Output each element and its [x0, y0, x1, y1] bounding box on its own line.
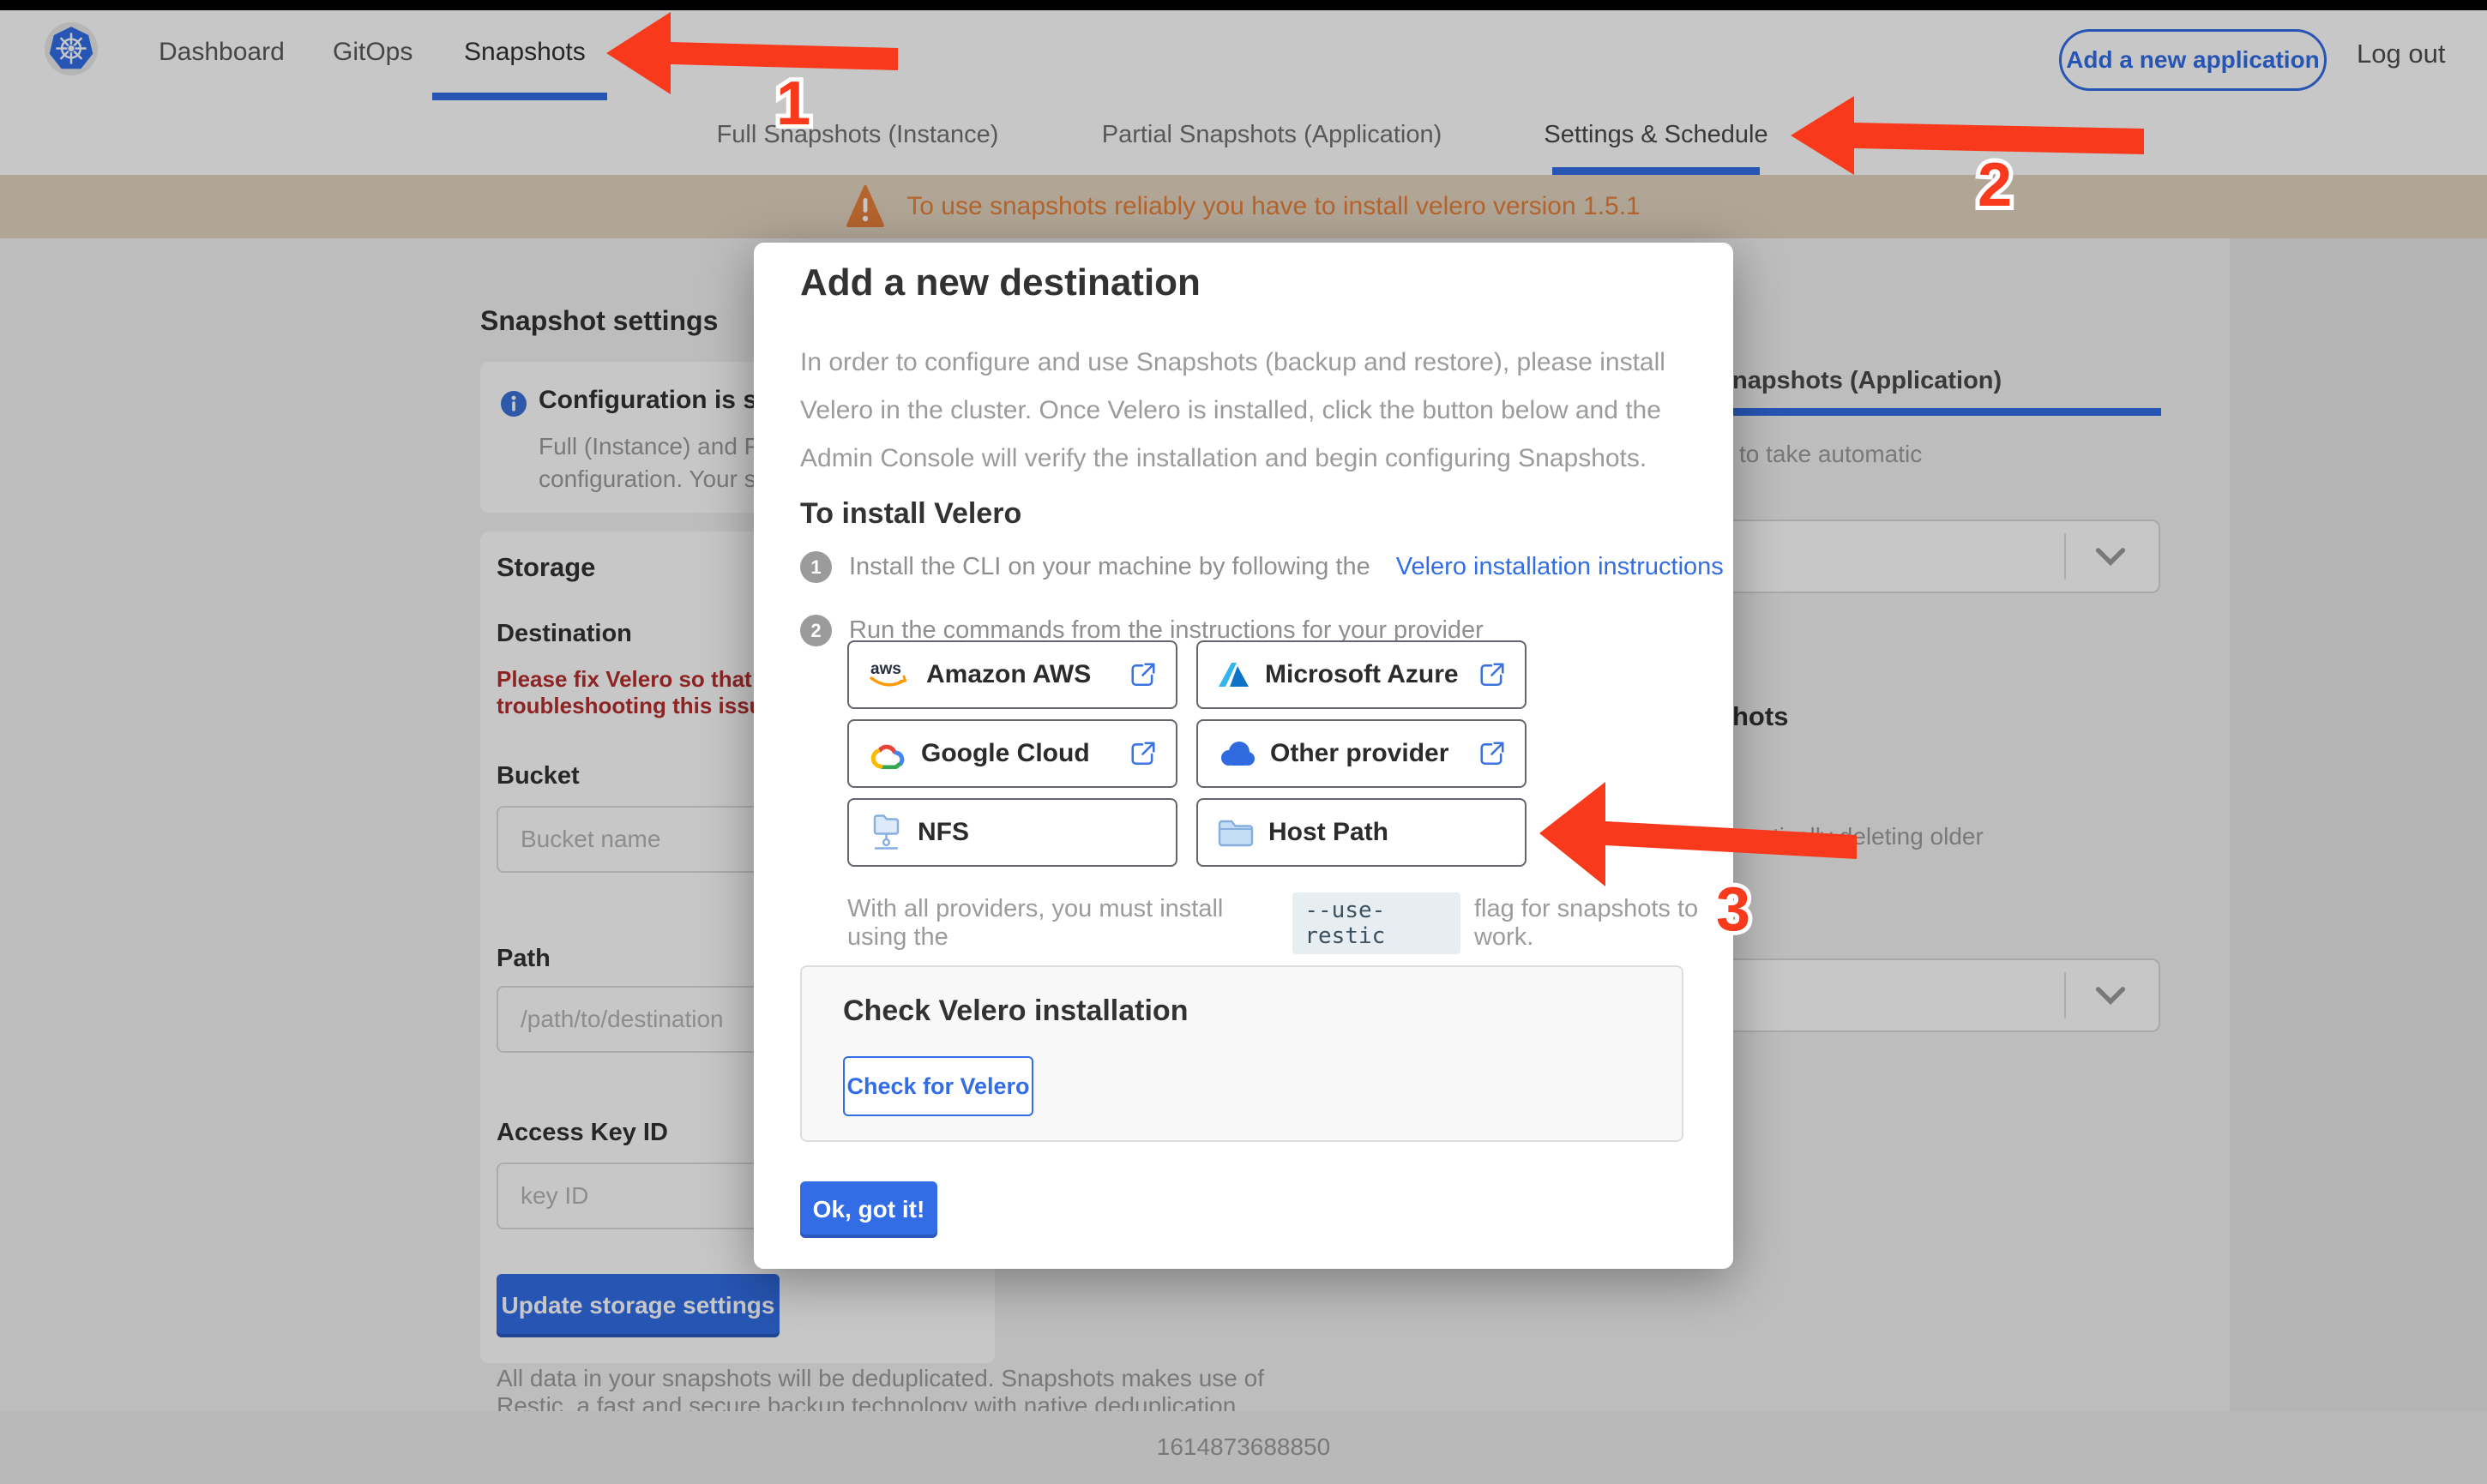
check-for-velero-button[interactable]: Check for Velero [843, 1056, 1033, 1116]
use-restic-flag-chip: --use-restic [1292, 892, 1460, 954]
google-cloud-icon [868, 738, 907, 769]
provider-button-microsoft-azure[interactable]: Microsoft Azure [1196, 640, 1527, 709]
azure-icon [1217, 660, 1251, 689]
install-step-1: 1 Install the CLI on your machine by fol… [800, 551, 1724, 583]
folder-icon [1217, 817, 1255, 848]
velero-instructions-link[interactable]: Velero installation instructions [1396, 553, 1724, 581]
external-link-icon [1478, 740, 1506, 767]
step-number-badge: 2 [800, 615, 832, 646]
external-link-icon [1129, 740, 1157, 767]
external-link-icon [1129, 661, 1157, 688]
provider-button-amazon-aws[interactable]: aws Amazon AWS [847, 640, 1177, 709]
step-text: Install the CLI on your machine by follo… [849, 553, 1370, 580]
external-link-icon [1478, 661, 1506, 688]
cloud-icon [1217, 739, 1256, 768]
admin-console-page: Dashboard GitOps Snapshots Add a new app… [0, 0, 2487, 1484]
provider-button-google-cloud[interactable]: Google Cloud [847, 719, 1177, 788]
modal-title: Add a new destination [800, 261, 1201, 303]
aws-icon: aws [868, 659, 912, 690]
nfs-folder-icon [868, 814, 904, 850]
modal-description: In order to configure and use Snapshots … [800, 348, 1665, 472]
svg-text:aws: aws [870, 660, 901, 678]
step-number-badge: 1 [800, 551, 832, 583]
provider-button-nfs[interactable]: NFS [847, 798, 1177, 867]
provider-button-host-path[interactable]: Host Path [1196, 798, 1527, 867]
check-velero-card: Check Velero installation Check for Vele… [800, 965, 1683, 1142]
restic-note: With all providers, you must install usi… [847, 892, 1733, 954]
add-destination-modal: Add a new destination In order to config… [754, 243, 1733, 1269]
ok-got-it-button[interactable]: Ok, got it! [800, 1181, 937, 1238]
install-velero-heading: To install Velero [800, 497, 1022, 530]
check-velero-heading: Check Velero installation [843, 994, 1189, 1027]
provider-button-other[interactable]: Other provider [1196, 719, 1527, 788]
